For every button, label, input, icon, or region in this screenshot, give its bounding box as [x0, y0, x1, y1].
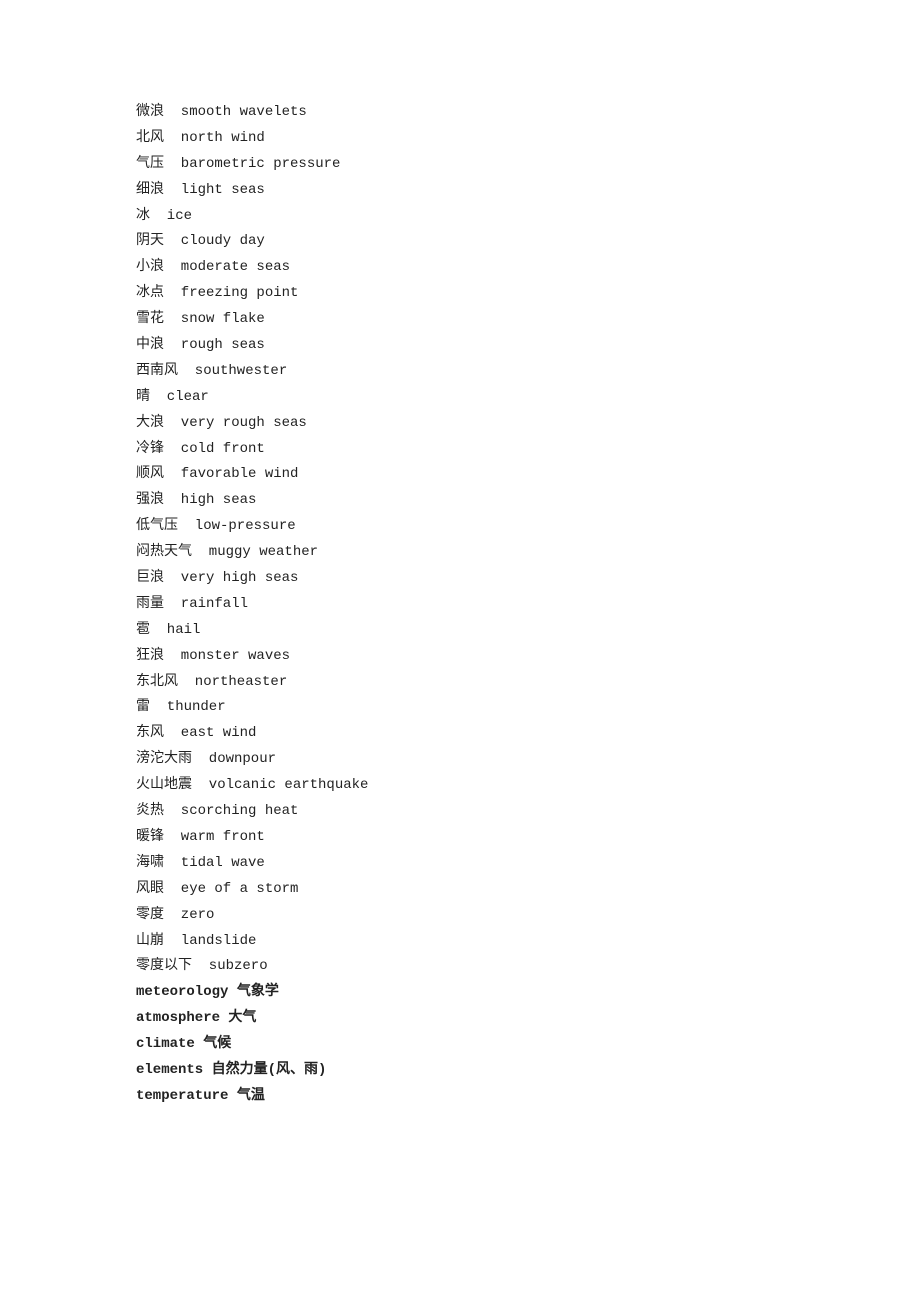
- list-item: 海啸 tidal wave: [136, 851, 920, 877]
- list-item: 微浪 smooth wavelets: [136, 100, 920, 126]
- list-item: 低气压 low-pressure: [136, 514, 920, 540]
- list-item: 雹 hail: [136, 618, 920, 644]
- list-item: 大浪 very rough seas: [136, 411, 920, 437]
- list-item: 零度以下 subzero: [136, 954, 920, 980]
- list-item: 巨浪 very high seas: [136, 566, 920, 592]
- list-item: 东风 east wind: [136, 721, 920, 747]
- list-item: 火山地震 volcanic earthquake: [136, 773, 920, 799]
- list-item: atmosphere 大气: [136, 1006, 920, 1032]
- list-item: 暖锋 warm front: [136, 825, 920, 851]
- list-item: 北风 north wind: [136, 126, 920, 152]
- list-item: 闷热天气 muggy weather: [136, 540, 920, 566]
- list-item: 强浪 high seas: [136, 488, 920, 514]
- list-item: 雪花 snow flake: [136, 307, 920, 333]
- list-item: 晴 clear: [136, 385, 920, 411]
- list-item: 雨量 rainfall: [136, 592, 920, 618]
- list-item: 炎热 scorching heat: [136, 799, 920, 825]
- list-item: temperature 气温: [136, 1084, 920, 1110]
- list-item: 零度 zero: [136, 903, 920, 929]
- list-item: 东北风 northeaster: [136, 670, 920, 696]
- list-item: elements 自然力量(风、雨): [136, 1058, 920, 1084]
- list-item: 阴天 cloudy day: [136, 229, 920, 255]
- vocab-list: 微浪 smooth wavelets北风 north wind气压 barome…: [136, 100, 920, 1110]
- list-item: meteorology 气象学: [136, 980, 920, 1006]
- list-item: climate 气候: [136, 1032, 920, 1058]
- list-item: 山崩 landslide: [136, 929, 920, 955]
- list-item: 风眼 eye of a storm: [136, 877, 920, 903]
- list-item: 冰 ice: [136, 204, 920, 230]
- list-item: 顺风 favorable wind: [136, 462, 920, 488]
- list-item: 中浪 rough seas: [136, 333, 920, 359]
- list-item: 滂沱大雨 downpour: [136, 747, 920, 773]
- list-item: 西南风 southwester: [136, 359, 920, 385]
- list-item: 细浪 light seas: [136, 178, 920, 204]
- list-item: 冷锋 cold front: [136, 437, 920, 463]
- list-item: 冰点 freezing point: [136, 281, 920, 307]
- list-item: 雷 thunder: [136, 695, 920, 721]
- list-item: 气压 barometric pressure: [136, 152, 920, 178]
- list-item: 狂浪 monster waves: [136, 644, 920, 670]
- list-item: 小浪 moderate seas: [136, 255, 920, 281]
